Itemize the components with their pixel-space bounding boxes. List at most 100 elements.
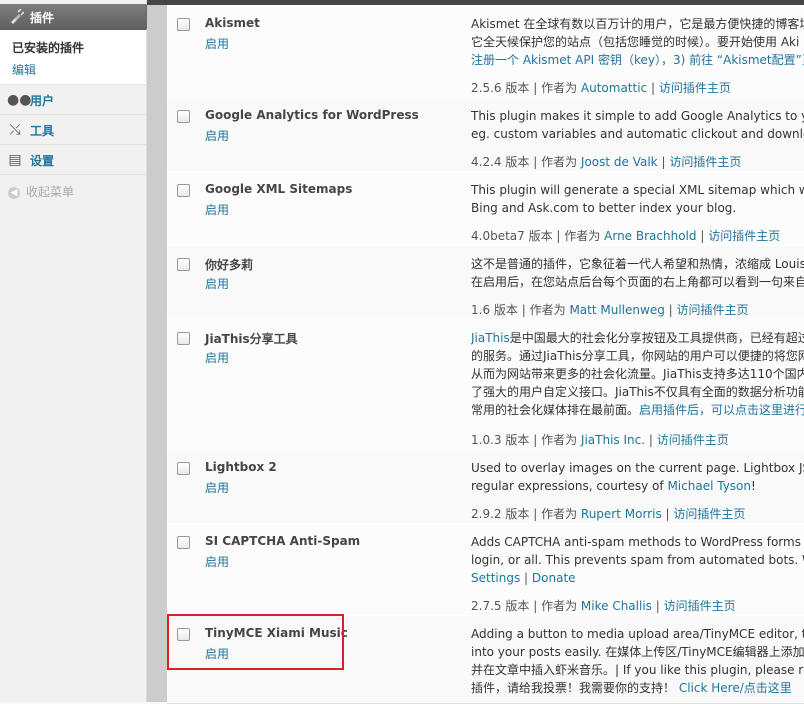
menu-item-tools[interactable]: ⤯ 工具 — [0, 116, 146, 145]
plugin-row: 你好多莉 启用 这不是普通的插件，它象征着一代人希望和热情，浓缩成 Louis … — [167, 245, 804, 320]
plug-icon — [11, 9, 24, 24]
plugin-row: JiaThis分享工具 启用 JiaThis是中国最大的社会化分享按钮及工具提供… — [167, 319, 804, 450]
author-link[interactable]: Rupert Morris — [581, 507, 662, 521]
plugin-version: 2.5.6 版本 — [471, 81, 530, 95]
author-link[interactable]: Automattic — [581, 81, 647, 95]
plugin-name: Akismet — [205, 16, 260, 30]
plugin-name: TinyMCE Xiami Music — [205, 626, 348, 640]
plugin-description: Adding a button to media upload area/Tin… — [471, 625, 804, 697]
author-link[interactable]: Matt Mullenweg — [569, 303, 664, 317]
visit-plugin-link[interactable]: 访问插件主页 — [708, 229, 780, 243]
plugin-meta: 4.0beta7 版本 | 作者为 Arne Brachhold | 访问插件主… — [471, 229, 781, 243]
enable-link[interactable]: 启用 — [205, 553, 229, 570]
visit-plugin-link[interactable]: 访问插件主页 — [664, 599, 736, 613]
plugin-meta: 2.9.2 版本 | 作者为 Rupert Morris | 访问插件主页 — [471, 507, 746, 521]
enable-link[interactable]: 启用 — [205, 201, 229, 218]
plugin-meta: 1.6 版本 | 作者为 Matt Mullenweg | 访问插件主页 — [471, 303, 749, 317]
enable-link[interactable]: 启用 — [205, 275, 229, 292]
settings-link[interactable]: Settings — [471, 571, 520, 585]
author-link[interactable]: Joost de Valk — [581, 155, 658, 169]
enable-link[interactable]: 启用 — [205, 35, 229, 52]
author-prefix: 作者为 — [541, 433, 578, 447]
plugin-checkbox[interactable] — [177, 258, 190, 271]
menu-plugins-head[interactable]: 插件 — [0, 4, 156, 30]
plugin-checkbox[interactable] — [177, 184, 190, 197]
desc-line: regular expressions, courtesy of — [471, 479, 664, 493]
visit-plugin-link[interactable]: 访问插件主页 — [659, 81, 731, 95]
collapse-menu[interactable]: ◀ 收起菜单 — [8, 183, 74, 200]
plugin-description: JiaThis是中国最大的社会化分享按钮及工具提供商，已经有超过 的服务。通过J… — [471, 329, 804, 419]
plugin-description: This plugin will generate a special XML … — [471, 181, 804, 217]
plugin-checkbox[interactable] — [177, 536, 190, 549]
menu-plugins-label: 插件 — [30, 11, 55, 25]
plugin-row: Akismet 启用 Akismet 在全球有数以百万计的用户，它是最方便快捷的… — [167, 5, 804, 98]
desc-line: 这不是普通的插件，它象征着一代人希望和热情，浓缩成 Louis — [471, 257, 804, 271]
desc-line: Bing and Ask.com to better index your bl… — [471, 201, 737, 215]
plugin-name: Google XML Sitemaps — [205, 182, 353, 196]
menu-item-users-label: 用户 — [30, 94, 55, 108]
collapse-arrow-icon: ◀ — [8, 186, 20, 199]
submenu-edit[interactable]: 编辑 — [12, 61, 36, 78]
plugin-meta: 4.2.4 版本 | 作者为 Joost de Valk | 访问插件主页 — [471, 155, 742, 169]
plugin-row: Google Analytics for WordPress 启用 This p… — [167, 97, 804, 172]
menu-item-settings-label: 设置 — [30, 154, 55, 168]
plugin-row: Lightbox 2 启用 Used to overlay images on … — [167, 449, 804, 524]
users-icon: ●● — [7, 92, 32, 108]
plugin-version: 1.0.3 版本 — [471, 433, 530, 447]
author-prefix: 作者为 — [564, 229, 601, 243]
plugin-description: Used to overlay images on the current pa… — [471, 461, 804, 493]
desc-link[interactable]: 注册一个 Akismet API 密钥（key），3) 前往 “Akismet配… — [471, 51, 804, 69]
author-prefix: 作者为 — [541, 507, 578, 521]
plugin-description: This plugin makes it simple to add Googl… — [471, 107, 804, 143]
plugin-version: 4.0beta7 版本 — [471, 229, 553, 243]
visit-plugin-link[interactable]: 访问插件主页 — [657, 433, 729, 447]
plugin-row: SI CAPTCHA Anti-Spam 启用 Adds CAPTCHA ant… — [167, 523, 804, 616]
visit-plugin-link[interactable]: 访问插件主页 — [677, 303, 749, 317]
author-prefix: 作者为 — [529, 303, 566, 317]
menu-item-users[interactable]: ●● 用户 — [0, 86, 146, 115]
plugin-checkbox[interactable] — [177, 18, 190, 31]
jiathis-link[interactable]: JiaThis — [471, 331, 510, 345]
enable-link[interactable]: 启用 — [205, 479, 229, 496]
author-link[interactable]: JiaThis Inc. — [581, 433, 645, 447]
plugin-meta: 2.5.6 版本 | 作者为 Automattic | 访问插件主页 — [471, 81, 731, 95]
desc-line: 插件，请给我投票！我需要你的支持！ — [471, 681, 676, 695]
desc-line: This plugin makes it simple to add Googl… — [471, 109, 804, 123]
desc-line: 从而为网站带来更多的社会化流量。JiaThis支持多达110个国内 — [471, 367, 804, 381]
plugin-checkbox[interactable] — [177, 462, 190, 475]
plugin-name: Lightbox 2 — [205, 460, 277, 474]
desc-line: 常用的社会化媒体排在最前面。 — [471, 403, 640, 417]
plugin-checkbox[interactable] — [177, 110, 190, 123]
plugin-checkbox[interactable] — [177, 628, 190, 641]
author-prefix: 作者为 — [541, 599, 578, 613]
author-link[interactable]: Arne Brachhold — [604, 229, 696, 243]
desc-line: into your posts easily. 在媒体上传区/TinyMCE编辑… — [471, 645, 804, 659]
tools-icon: ⤯ — [9, 122, 21, 138]
enable-link[interactable]: 启用 — [205, 349, 229, 366]
menu-item-settings[interactable]: ▤ 设置 — [0, 146, 146, 175]
desc-line: 是中国最大的社会化分享按钮及工具提供商，已经有超过 — [509, 331, 804, 345]
author-link[interactable]: Mike Challis — [581, 599, 652, 613]
desc-line: Used to overlay images on the current pa… — [471, 461, 804, 475]
michael-tyson-link[interactable]: Michael Tyson — [667, 479, 751, 493]
plugin-name: JiaThis分享工具 — [205, 332, 298, 346]
plugin-meta: 1.0.3 版本 | 作者为 JiaThis Inc. | 访问插件主页 — [471, 433, 729, 447]
visit-plugin-link[interactable]: 访问插件主页 — [673, 507, 745, 521]
enable-link[interactable]: 启用 — [205, 127, 229, 144]
plugin-meta: 2.7.5 版本 | 作者为 Mike Challis | 访问插件主页 — [471, 599, 736, 613]
visit-plugin-link[interactable]: 访问插件主页 — [669, 155, 741, 169]
plugin-description: 这不是普通的插件，它象征着一代人希望和热情，浓缩成 Louis 在启用后，在您站… — [471, 255, 804, 291]
collapse-menu-label: 收起菜单 — [26, 185, 75, 199]
enable-link[interactable]: 启用 — [205, 645, 229, 662]
desc-tail-link[interactable]: 启用插件后，可以点击这里进行 — [639, 403, 804, 417]
submenu-installed-plugins[interactable]: 已安装的插件 — [12, 39, 84, 56]
plugin-row: TinyMCE Xiami Music 启用 Adding a button t… — [167, 615, 804, 704]
plugins-submenu: 已安装的插件 编辑 — [0, 30, 146, 85]
plugin-checkbox[interactable] — [177, 332, 190, 345]
plugins-table: Akismet 启用 Akismet 在全球有数以百万计的用户，它是最方便快捷的… — [147, 5, 804, 704]
desc-line: This plugin will generate a special XML … — [471, 183, 804, 197]
admin-menu: 插件 已安装的插件 编辑 ●● 用户 ⤯ 工具 ▤ 设置 ◀ 收起菜单 — [0, 0, 156, 702]
click-here-link[interactable]: Click Here/点击这里 — [679, 681, 792, 695]
donate-link[interactable]: Donate — [532, 571, 576, 585]
desc-line: login, or all. This prevents spam from a… — [471, 553, 804, 567]
